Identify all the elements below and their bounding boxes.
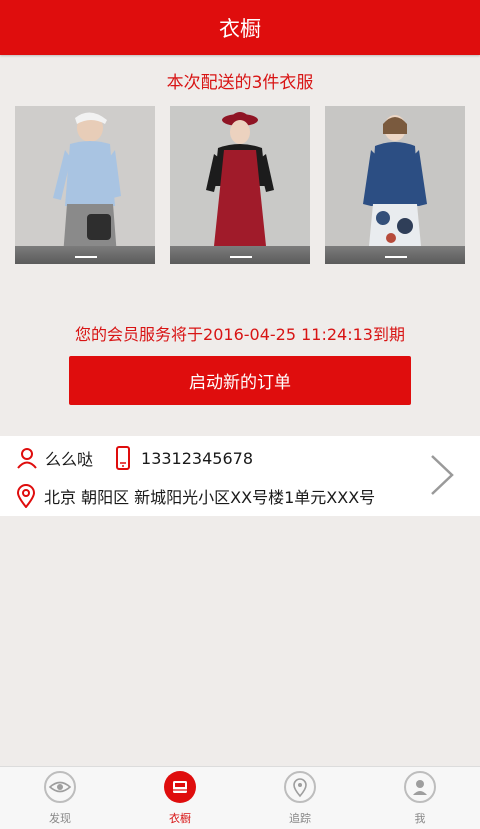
bottom-tab-bar: 发现 衣橱 追踪 我 (0, 766, 480, 829)
contact-phone: 13312345678 (141, 448, 253, 468)
tab-tracking[interactable]: 追踪 (240, 767, 360, 829)
page-title: 衣橱 (219, 16, 261, 41)
wardrobe-icon (164, 771, 196, 803)
tab-label: 发现 (49, 812, 71, 825)
phone-icon (115, 446, 131, 470)
clothes-row (15, 106, 465, 264)
tab-discover[interactable]: 发现 (0, 767, 120, 829)
clothing-photo-2[interactable] (170, 106, 310, 264)
contact-address: 北京 朝阳区 新城阳光小区XX号楼1单元XXX号 (44, 488, 376, 507)
contact-name: 么么哒 (45, 450, 94, 469)
tab-wardrobe[interactable]: 衣橱 (120, 767, 240, 829)
start-new-order-button[interactable]: 启动新的订单 (69, 356, 411, 405)
location-pin-icon (284, 771, 316, 803)
chevron-right-icon[interactable] (428, 454, 456, 500)
location-pin-icon (16, 484, 36, 509)
tab-label: 我 (414, 812, 426, 825)
tab-label: 衣橱 (169, 812, 191, 825)
tab-label: 追踪 (289, 812, 311, 825)
delivery-title: 本次配送的3件衣服 (166, 73, 314, 93)
user-icon (16, 447, 38, 469)
address-card[interactable]: 么么哒 13312345678 北京 朝阳区 新城阳光小区XX号楼1单元XXX号 (0, 436, 480, 516)
clothing-photo-1[interactable] (15, 106, 155, 264)
user-icon (404, 771, 436, 803)
eye-icon (44, 771, 76, 803)
tab-me[interactable]: 我 (360, 767, 480, 829)
clothing-photo-3[interactable] (325, 106, 465, 264)
membership-expiry-notice: 您的会员服务将于2016-04-25 11:24:13到期 (75, 325, 405, 344)
top-bar: 衣橱 (0, 0, 480, 55)
